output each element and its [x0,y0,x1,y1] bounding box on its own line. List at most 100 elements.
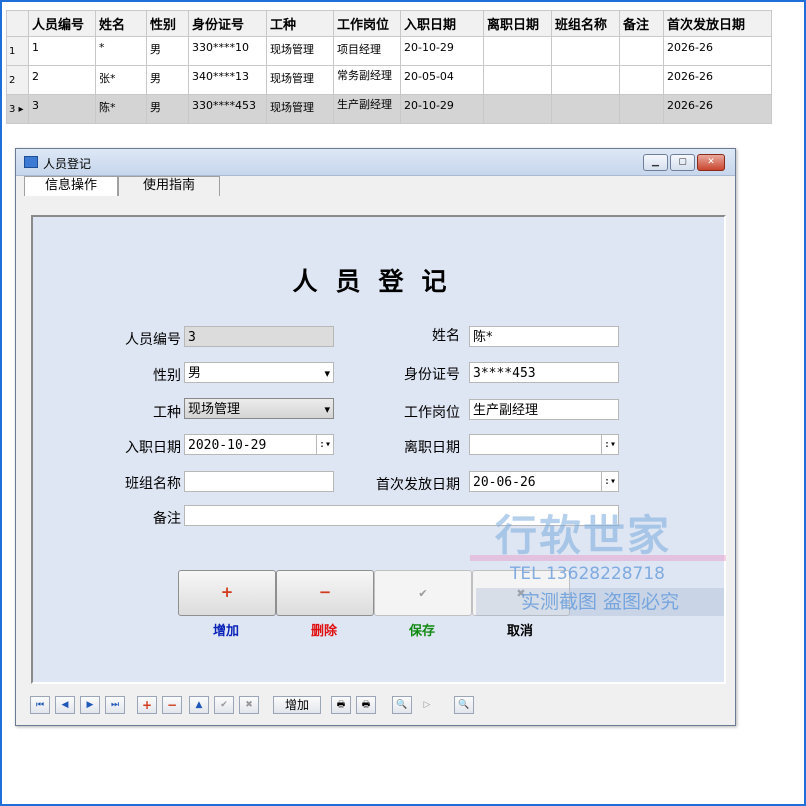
maximize-icon[interactable]: ▢ [670,154,695,171]
zoom-icon[interactable]: 🔍 [454,696,474,714]
cell[interactable]: 20-05-04 [400,65,484,95]
cell[interactable]: 20-10-29 [400,94,484,124]
check-icon: ✔ [418,587,428,600]
save-caption[interactable]: 保存 [374,620,470,639]
col-header[interactable]: 离职日期 [483,10,552,37]
add-icon: + [220,583,234,601]
preview-icon[interactable]: 🔍 [392,696,412,714]
tab-info-operation[interactable]: 信息操作 [24,176,118,196]
first-record-icon[interactable]: ⏮ [30,696,50,714]
row-number[interactable]: 2 [6,65,29,95]
col-header[interactable]: 性别 [146,10,189,37]
records-grid[interactable]: 人员编号 姓名 性别 身份证号 工种 工作岗位 入职日期 离职日期 班组名称 备… [6,10,772,124]
calendar-dropdown-icon[interactable]: :▾ [316,434,334,455]
cell[interactable]: 20-10-29 [400,36,484,66]
window-app-icon [24,156,38,168]
hire-date-value: 2020-10-29 [188,438,267,453]
cell[interactable]: 2026-26 [663,94,772,124]
col-header[interactable]: 工作岗位 [333,10,401,37]
cancel-caption[interactable]: 取消 [472,620,568,639]
cell[interactable]: 张* [95,65,147,95]
last-record-icon[interactable]: ⏭ [105,696,125,714]
col-header[interactable]: 姓名 [95,10,147,37]
post-check-icon[interactable]: ✔ [214,696,234,714]
cell[interactable]: 2 [28,65,96,95]
play-icon[interactable]: ▷ [417,696,437,714]
watermark-brand: 行软世家 [495,511,672,560]
col-header[interactable]: 人员编号 [28,10,96,37]
cell[interactable]: 项目经理 [333,36,401,66]
cell[interactable] [483,36,552,66]
cell[interactable]: 2026-26 [663,65,772,95]
window-titlebar[interactable]: 人员登记 ▁ ▢ ✕ [16,149,735,176]
cell[interactable]: 330****453 [188,94,267,124]
cancel-x-icon[interactable]: ✖ [239,696,259,714]
add-button[interactable]: + [178,570,276,616]
cell[interactable] [619,65,664,95]
cell[interactable]: 现场管理 [266,36,334,66]
print-icon[interactable]: 🖶 [331,696,351,714]
calendar-dropdown-icon[interactable]: :▾ [601,434,619,455]
worktype-label: 工种 [153,405,181,421]
emp-no-field[interactable]: 3 [184,326,334,347]
col-header[interactable]: 入职日期 [400,10,484,37]
leave-date-picker[interactable]: :▾ [469,434,619,455]
cell[interactable]: 340****13 [188,65,267,95]
calendar-dropdown-icon[interactable]: :▾ [601,471,619,492]
delete-icon[interactable]: − [162,696,182,714]
cell[interactable]: 男 [146,65,189,95]
cell[interactable]: 男 [146,36,189,66]
edit-up-icon[interactable]: ▲ [189,696,209,714]
cell[interactable]: 3 [28,94,96,124]
nav-add-button[interactable]: 增加 [273,696,321,714]
col-header[interactable]: 身份证号 [188,10,267,37]
cell[interactable] [551,94,620,124]
hire-date-label: 入职日期 [125,440,181,456]
print-preview-icon[interactable]: 🖶 [356,696,376,714]
row-number[interactable]: 3 ▸ [6,94,29,124]
cell[interactable] [551,65,620,95]
minimize-icon[interactable]: ▁ [643,154,668,171]
name-field[interactable]: 陈* [469,326,619,347]
cell[interactable]: 常务副经理 [333,65,401,95]
col-header[interactable]: 工种 [266,10,334,37]
table-row-selected[interactable]: 3 ▸ 3 陈* 男 330****453 现场管理 生产副经理 20-10-2… [6,94,772,124]
delete-caption[interactable]: 删除 [276,620,372,639]
tab-user-guide[interactable]: 使用指南 [118,176,220,196]
note-label: 备注 [153,511,181,527]
prev-record-icon[interactable]: ◀ [55,696,75,714]
cell[interactable] [483,65,552,95]
cell[interactable]: * [95,36,147,66]
cell[interactable]: 330****10 [188,36,267,66]
cell[interactable]: 1 [28,36,96,66]
position-field[interactable]: 生产副经理 [469,399,619,420]
cell[interactable] [551,36,620,66]
col-header[interactable]: 备注 [619,10,664,37]
delete-button[interactable]: − [276,570,374,616]
cell[interactable] [619,94,664,124]
table-row[interactable]: 2 2 张* 男 340****13 现场管理 常务副经理 20-05-04 2… [6,65,772,95]
cell[interactable]: 2026-26 [663,36,772,66]
cell[interactable]: 生产副经理 [333,94,401,124]
cell[interactable]: 陈* [95,94,147,124]
team-field[interactable] [184,471,334,492]
save-button[interactable]: ✔ [374,570,472,616]
cell[interactable]: 现场管理 [266,94,334,124]
insert-icon[interactable]: + [137,696,157,714]
row-number[interactable]: 1 [6,36,29,66]
table-row[interactable]: 1 1 * 男 330****10 现场管理 项目经理 20-10-29 202… [6,36,772,66]
next-record-icon[interactable]: ▶ [80,696,100,714]
first-pay-date-picker[interactable]: 20-06-26 :▾ [469,471,619,492]
gender-select[interactable]: 男 [184,362,334,384]
cell[interactable] [619,36,664,66]
close-icon[interactable]: ✕ [697,154,725,171]
col-header[interactable]: 班组名称 [551,10,620,37]
hire-date-picker[interactable]: 2020-10-29 :▾ [184,434,334,455]
add-caption[interactable]: 增加 [178,620,274,639]
worktype-select[interactable]: 现场管理 [184,398,334,420]
id-no-field[interactable]: 3****453 [469,362,619,383]
cell[interactable]: 现场管理 [266,65,334,95]
col-header[interactable]: 首次发放日期 [663,10,772,37]
cell[interactable]: 男 [146,94,189,124]
cell[interactable] [483,94,552,124]
